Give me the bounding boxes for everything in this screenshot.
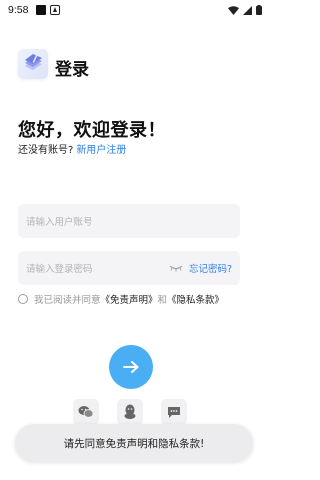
chat-login-button[interactable] (161, 399, 187, 425)
password-field[interactable]: 请输入登录密码 忘记密码? (18, 251, 240, 285)
no-account-text: 还没有账号? (18, 145, 74, 156)
wechat-login-button[interactable] (73, 399, 99, 425)
welcome-heading: 您好，欢迎登录！ (18, 120, 166, 141)
status-bar: 9:58 (0, 0, 270, 20)
toast-text: 请先同意免责声明和隐私条款! (63, 437, 205, 450)
agreement-prefix: 我已阅读并同意 (34, 295, 101, 306)
login-button[interactable] (109, 345, 153, 389)
username-placeholder: 请输入用户账号 (26, 217, 93, 228)
app-notification-icon (50, 5, 61, 15)
wechat-icon (78, 406, 94, 418)
register-link[interactable]: 新用户注册 (76, 145, 126, 156)
agreement-and: 和 (157, 295, 168, 306)
password-placeholder: 请输入登录密码 (26, 264, 93, 275)
username-field[interactable]: 请输入用户账号 (18, 204, 240, 238)
arrow-right-icon (123, 361, 139, 373)
chat-icon (168, 406, 180, 418)
status-time: 9:58 (8, 4, 29, 16)
forgot-password-link[interactable]: 忘记密码? (189, 261, 232, 275)
signal-icon (243, 5, 252, 15)
toast-message: 请先同意免责声明和隐私条款! (15, 424, 253, 462)
page-title: 登录 (55, 60, 89, 80)
disclaimer-link[interactable]: 《免责声明》 (101, 292, 158, 306)
agreement-row: 我已阅读并同意 《免责声明》 和 《隐私条款》 (18, 292, 224, 306)
app-logo (18, 49, 48, 79)
wifi-icon (228, 5, 239, 15)
qq-icon (124, 404, 136, 419)
register-prompt: 还没有账号? 新用户注册 (18, 141, 126, 156)
battery-icon (256, 5, 262, 15)
eye-closed-icon[interactable] (169, 265, 183, 272)
agreement-radio[interactable] (18, 294, 28, 304)
qq-login-button[interactable] (117, 399, 143, 425)
notification-icon (36, 5, 47, 15)
privacy-link[interactable]: 《隐私条款》 (167, 292, 224, 306)
